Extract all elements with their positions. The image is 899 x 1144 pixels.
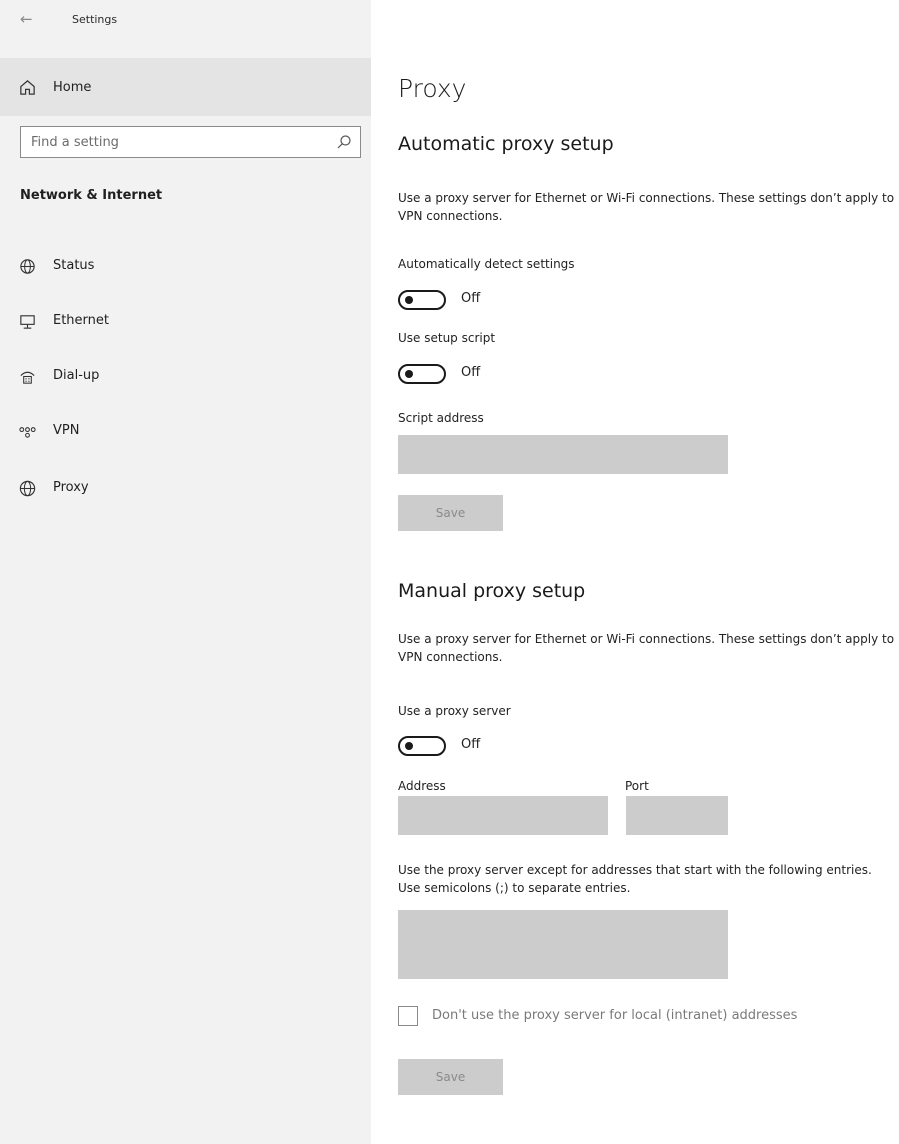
- sidebar-item-dial-up[interactable]: Dial-up: [0, 357, 371, 397]
- toggle-knob: [405, 742, 413, 750]
- detect-settings-toggle[interactable]: [398, 290, 446, 310]
- sidebar-item-label: Ethernet: [53, 313, 109, 328]
- toggle-knob: [405, 370, 413, 378]
- title-bar: ← Settings: [0, 0, 371, 44]
- use-proxy-toggle[interactable]: [398, 736, 446, 756]
- sidebar-item-label: Status: [53, 258, 95, 273]
- local-addresses-checkbox[interactable]: [398, 1006, 418, 1026]
- sidebar-item-home[interactable]: Home: [0, 58, 371, 116]
- ethernet-icon: [20, 315, 35, 329]
- manual-proxy-heading: Manual proxy setup: [398, 580, 586, 602]
- sidebar-item-label: Proxy: [53, 480, 89, 495]
- section-heading: Network & Internet: [20, 188, 163, 203]
- globe-icon: [19, 480, 36, 497]
- automatic-save-button[interactable]: Save: [398, 495, 503, 531]
- sidebar-item-vpn[interactable]: VPN: [0, 412, 371, 452]
- script-address-label: Script address: [398, 411, 484, 425]
- search-box[interactable]: [20, 126, 361, 158]
- page-title: Proxy: [398, 74, 467, 103]
- detect-settings-state: Off: [461, 291, 481, 306]
- exceptions-description: Use the proxy server except for addresse…: [398, 863, 872, 895]
- search-icon[interactable]: [336, 134, 352, 150]
- sidebar-item-status[interactable]: Status: [0, 247, 371, 287]
- detect-settings-label: Automatically detect settings: [398, 257, 575, 271]
- home-icon: [20, 80, 35, 95]
- dial-up-icon: [20, 371, 35, 384]
- sidebar-item-proxy[interactable]: Proxy: [0, 469, 371, 509]
- toggle-knob: [405, 296, 413, 304]
- setup-script-toggle[interactable]: [398, 364, 446, 384]
- local-addresses-label[interactable]: Don't use the proxy server for local (in…: [432, 1008, 797, 1023]
- main-content: Proxy Automatic proxy setup Use a proxy …: [371, 0, 899, 1144]
- port-input[interactable]: [626, 796, 728, 835]
- use-proxy-state: Off: [461, 737, 481, 752]
- sidebar: ← Settings Home Network & Internet Statu…: [0, 0, 371, 1144]
- address-input[interactable]: [398, 796, 608, 835]
- automatic-proxy-description: Use a proxy server for Ethernet or Wi-Fi…: [398, 191, 895, 223]
- search-input[interactable]: [21, 127, 321, 157]
- address-label: Address: [398, 779, 446, 793]
- status-globe-icon: [20, 259, 35, 274]
- automatic-proxy-heading: Automatic proxy setup: [398, 133, 614, 155]
- use-proxy-label: Use a proxy server: [398, 704, 511, 718]
- back-arrow-icon[interactable]: ←: [20, 10, 33, 28]
- sidebar-item-ethernet[interactable]: Ethernet: [0, 302, 371, 342]
- setup-script-state: Off: [461, 365, 481, 380]
- setup-script-label: Use setup script: [398, 331, 496, 345]
- vpn-icon: [19, 427, 36, 438]
- sidebar-item-label: VPN: [53, 423, 80, 438]
- sidebar-item-label: Home: [53, 80, 92, 95]
- port-label: Port: [625, 779, 649, 793]
- manual-save-button[interactable]: Save: [398, 1059, 503, 1095]
- exceptions-textarea[interactable]: [398, 910, 728, 979]
- sidebar-item-label: Dial-up: [53, 368, 100, 383]
- script-address-input[interactable]: [398, 435, 728, 474]
- manual-proxy-description: Use a proxy server for Ethernet or Wi-Fi…: [398, 632, 895, 664]
- app-title: Settings: [72, 13, 118, 26]
